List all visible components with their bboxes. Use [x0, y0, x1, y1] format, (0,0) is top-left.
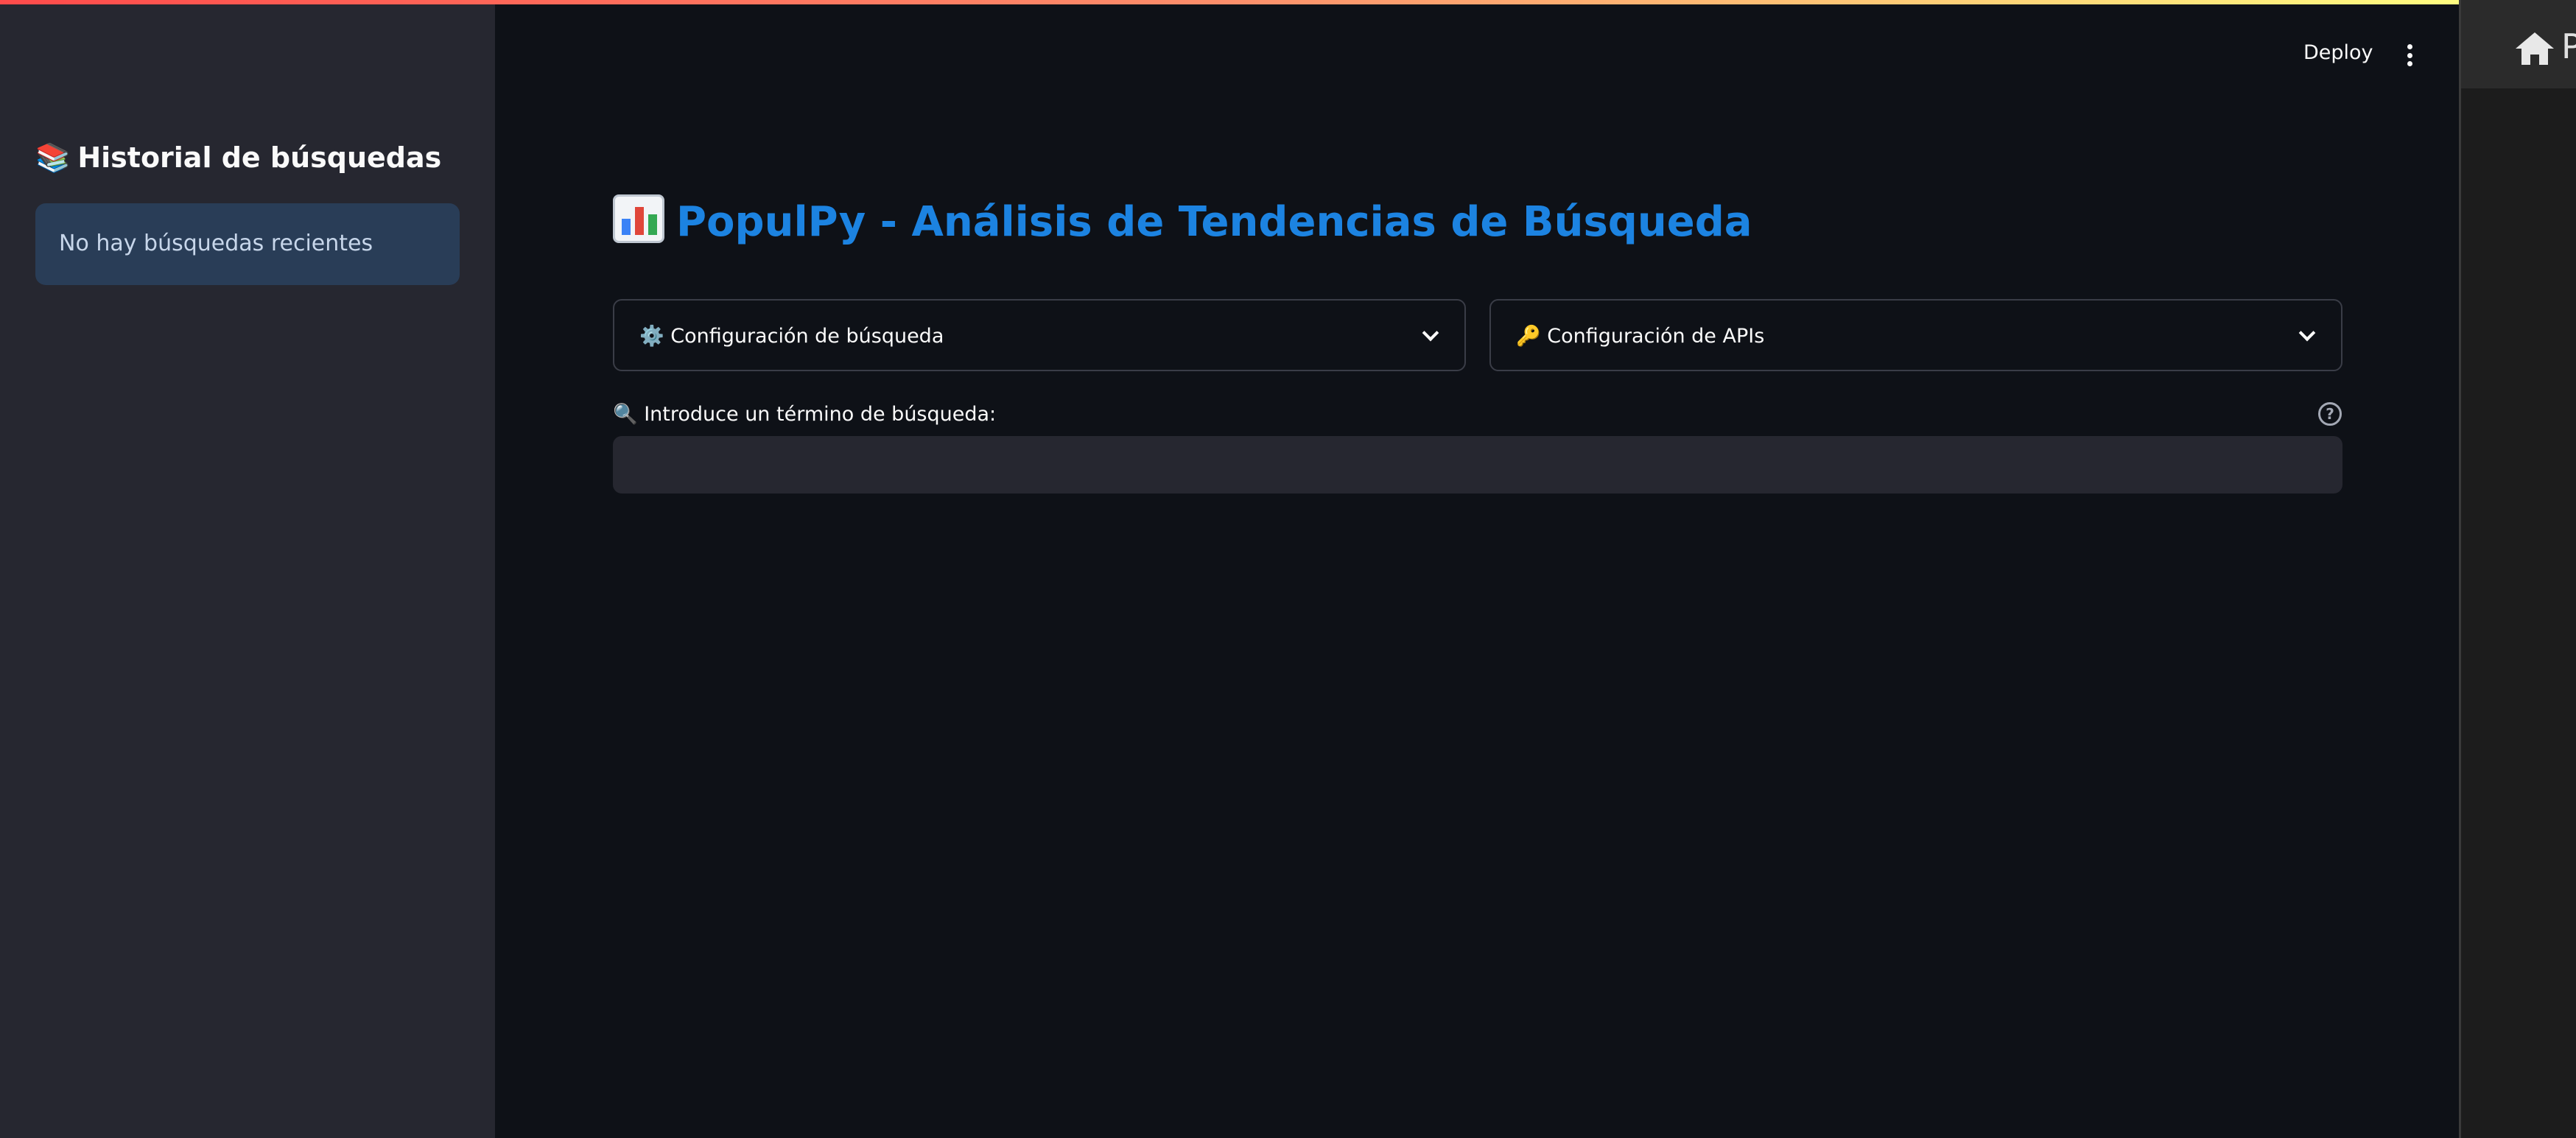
help-icon[interactable]: ?	[2318, 402, 2342, 426]
books-icon: 📚	[35, 141, 71, 174]
sidebar-title: 📚 Historial de búsquedas	[35, 141, 441, 175]
key-icon: 🔑	[1516, 325, 1541, 348]
search-input-label-text: Introduce un término de búsqueda:	[644, 403, 997, 426]
search-input[interactable]	[613, 436, 2342, 494]
sidebar-title-text: Historial de búsquedas	[77, 141, 442, 174]
api-config-expander[interactable]: 🔑 Configuración de APIs	[1489, 299, 2342, 371]
right-panel-label: P	[2561, 27, 2576, 66]
page-title-text: PopulPy - Análisis de Tendencias de Búsq…	[676, 198, 1752, 246]
page-title: PopulPy - Análisis de Tendencias de Búsq…	[613, 194, 1752, 246]
sidebar: 📚 Historial de búsquedas No hay búsquedas…	[0, 4, 495, 1138]
chevron-down-icon	[2298, 324, 2316, 342]
bar-chart-icon	[613, 194, 664, 243]
api-config-text: Configuración de APIs	[1547, 325, 1765, 348]
search-config-text: Configuración de búsqueda	[670, 325, 944, 348]
home-icon[interactable]	[2514, 31, 2555, 66]
main-content: Deploy PopulPy - Análisis de Tendencias …	[495, 4, 2459, 1138]
empty-history-info-box: No hay búsquedas recientes	[35, 203, 460, 285]
search-config-expander[interactable]: ⚙️ Configuración de búsqueda	[613, 299, 1466, 371]
gear-icon: ⚙️	[639, 325, 664, 348]
api-config-label: 🔑 Configuración de APIs	[1516, 324, 1764, 348]
search-input-label: 🔍 Introduce un término de búsqueda:	[613, 402, 996, 426]
kebab-menu-icon[interactable]	[2398, 41, 2421, 69]
deploy-button[interactable]: Deploy	[2303, 41, 2373, 64]
right-panel-header: P	[2461, 0, 2576, 88]
chevron-down-icon	[1422, 324, 1439, 342]
right-side-panel: P	[2459, 0, 2576, 1138]
search-config-label: ⚙️ Configuración de búsqueda	[639, 324, 944, 348]
empty-history-message: No hay búsquedas recientes	[59, 231, 373, 256]
magnifier-icon: 🔍	[613, 403, 638, 426]
